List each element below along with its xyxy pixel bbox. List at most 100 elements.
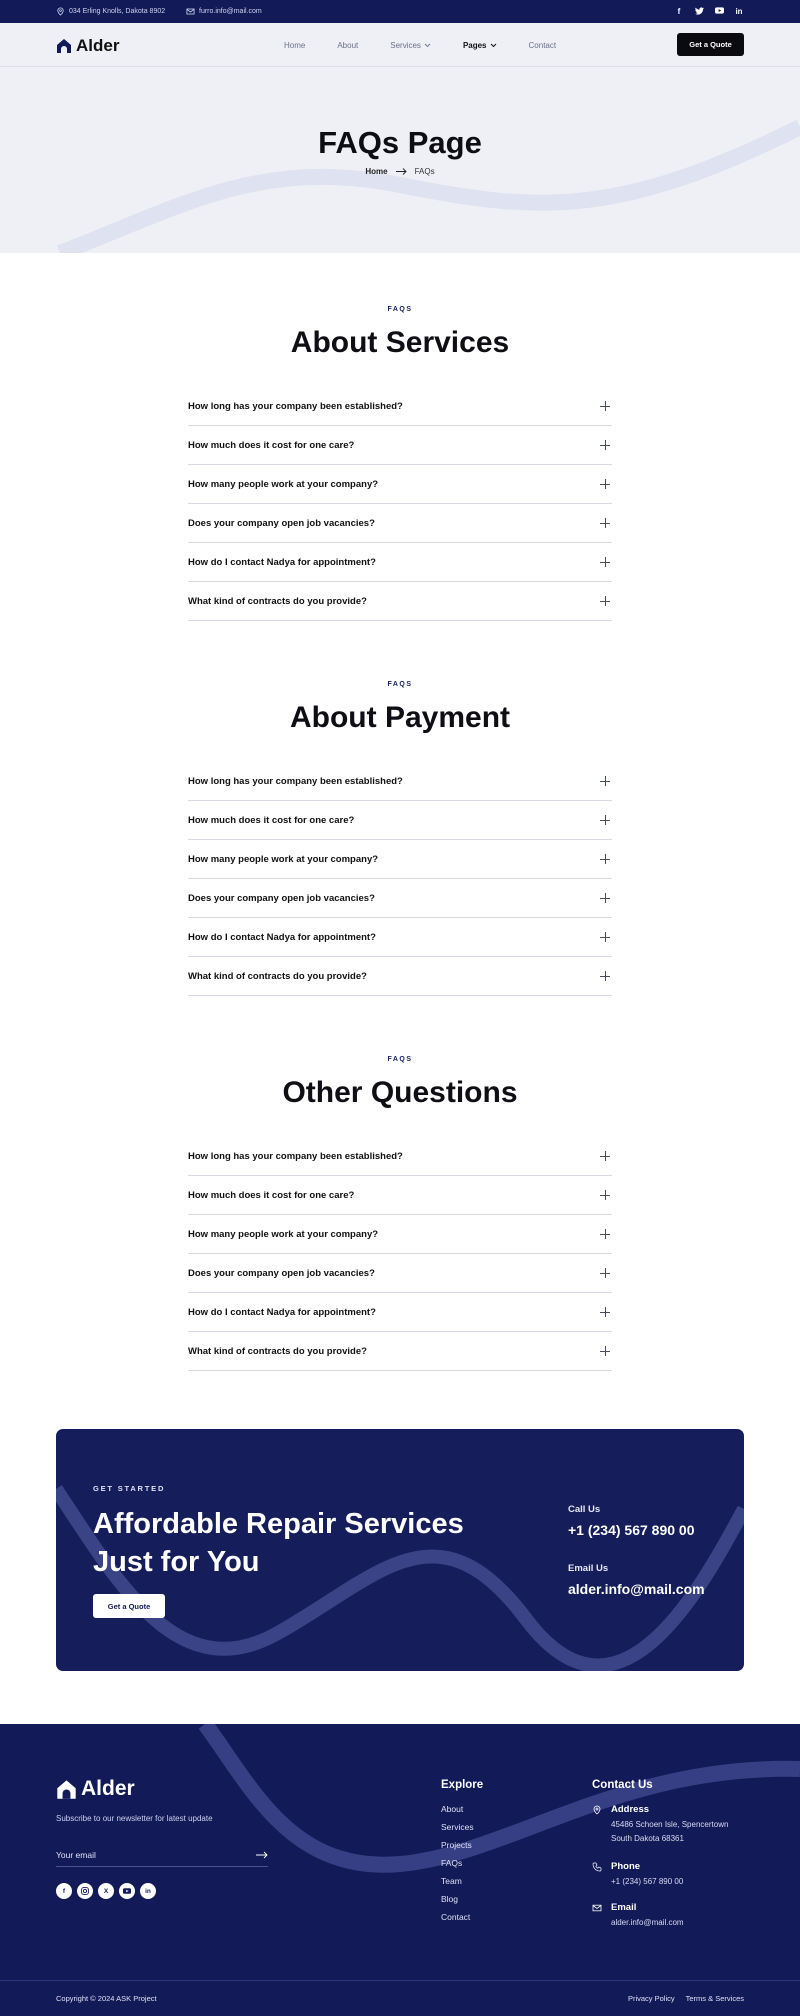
nav-item-about[interactable]: About	[337, 41, 358, 50]
section-title: About Services	[290, 326, 510, 359]
site-footer: Alder Subscribe to our newsletter for la…	[0, 1724, 800, 2016]
linkedin-icon[interactable]: in	[734, 7, 744, 16]
faq-item[interactable]: How do I contact Nadya for appointment?	[188, 543, 612, 582]
nav-item-pages[interactable]: Pages	[463, 41, 497, 50]
privacy-policy-link[interactable]: Privacy Policy	[628, 1994, 675, 2003]
plus-icon[interactable]	[600, 1307, 610, 1317]
faq-question: How much does it cost for one care?	[188, 439, 355, 451]
nav-pages-label: Pages	[462, 40, 487, 50]
plus-icon[interactable]	[600, 557, 610, 567]
faq-item[interactable]: What kind of contracts do you provide?	[188, 1332, 612, 1371]
youtube-icon[interactable]	[119, 1883, 135, 1899]
faq-question: How many people work at your company?	[188, 1228, 379, 1240]
footer-link[interactable]: Team	[441, 1876, 474, 1894]
faq-item[interactable]: How long has your company been establish…	[188, 762, 612, 801]
cta-get-quote-button[interactable]: Get a Quote	[93, 1594, 165, 1618]
faq-question: How long has your company been establish…	[188, 775, 403, 787]
address-line-2: South Dakota 68361	[611, 1834, 684, 1843]
faq-item[interactable]: Does your company open job vacancies?	[188, 879, 612, 918]
faq-item[interactable]: How many people work at your company?	[188, 840, 612, 879]
faq-item[interactable]: Does your company open job vacancies?	[188, 504, 612, 543]
twitter-icon[interactable]	[694, 6, 704, 17]
footer-link[interactable]: FAQs	[441, 1858, 474, 1876]
x-icon[interactable]: X	[98, 1883, 114, 1899]
plus-icon[interactable]	[600, 815, 610, 825]
plus-icon[interactable]	[600, 479, 610, 489]
get-quote-button[interactable]: Get a Quote	[677, 33, 744, 56]
faq-list: How long has your company been establish…	[188, 387, 612, 621]
faq-item[interactable]: What kind of contracts do you provide?	[188, 582, 612, 621]
faq-item[interactable]: What kind of contracts do you provide?	[188, 957, 612, 996]
facebook-icon[interactable]: f	[56, 1883, 72, 1899]
plus-icon[interactable]	[600, 1151, 610, 1161]
footer-socials: f X in	[56, 1883, 156, 1899]
topbar-email-text[interactable]: furro.info@mail.com	[199, 8, 262, 15]
footer-link[interactable]: Contact	[441, 1912, 474, 1930]
nav-item-services[interactable]: Services	[390, 41, 431, 50]
instagram-icon[interactable]	[77, 1883, 93, 1899]
phone-value[interactable]: +1 (234) 567 890 00	[611, 1875, 683, 1889]
newsletter-email-field[interactable]: Your email	[56, 1843, 268, 1867]
faq-item[interactable]: How long has your company been establish…	[188, 387, 612, 426]
breadcrumb-home[interactable]: Home	[365, 167, 387, 176]
faq-item[interactable]: How much does it cost for one care?	[188, 426, 612, 465]
faq-question: Does your company open job vacancies?	[188, 1267, 375, 1279]
cta-eyebrow: GET STARTED	[93, 1484, 166, 1493]
faq-question: Does your company open job vacancies?	[188, 517, 375, 529]
footer-email-label: Email	[611, 1902, 637, 1913]
youtube-icon[interactable]	[714, 7, 724, 16]
faq-item[interactable]: Does your company open job vacancies?	[188, 1254, 612, 1293]
footer-link[interactable]: Services	[441, 1822, 474, 1840]
faq-item[interactable]: How long has your company been establish…	[188, 1137, 612, 1176]
nav-item-home[interactable]: Home	[284, 41, 305, 50]
plus-icon[interactable]	[600, 1190, 610, 1200]
mail-icon	[592, 1904, 602, 1912]
faq-question: How do I contact Nadya for appointment?	[188, 556, 376, 568]
nav-about-label: About	[337, 40, 359, 50]
plus-icon[interactable]	[600, 971, 610, 981]
arrow-right-icon[interactable]	[256, 1851, 268, 1859]
house-logo-icon	[57, 39, 71, 53]
footer-link[interactable]: Blog	[441, 1894, 474, 1912]
faq-question: What kind of contracts do you provide?	[188, 970, 367, 982]
faq-item[interactable]: How much does it cost for one care?	[188, 801, 612, 840]
plus-icon[interactable]	[600, 1268, 610, 1278]
arrow-right-icon	[395, 168, 407, 175]
plus-icon[interactable]	[600, 440, 610, 450]
plus-icon[interactable]	[600, 401, 610, 411]
brand-logo[interactable]: Alder	[56, 36, 119, 56]
faq-list: How long has your company been establish…	[188, 762, 612, 996]
call-value[interactable]: +1 (234) 567 890 00	[568, 1522, 695, 1538]
footer-link[interactable]: Projects	[441, 1840, 474, 1858]
plus-icon[interactable]	[600, 1346, 610, 1356]
terms-link[interactable]: Terms & Services	[686, 1994, 744, 2003]
footer-email-value[interactable]: alder.info@mail.com	[611, 1916, 684, 1930]
plus-icon[interactable]	[600, 893, 610, 903]
linkedin-icon[interactable]: in	[140, 1883, 156, 1899]
plus-icon[interactable]	[600, 776, 610, 786]
footer-phone: Phone +1 (234) 567 890 00	[592, 1861, 683, 1889]
footer-brand-logo[interactable]: Alder	[56, 1777, 135, 1801]
breadcrumb-current: FAQs	[414, 167, 435, 176]
faq-question: How many people work at your company?	[188, 853, 379, 865]
facebook-icon[interactable]: f	[674, 7, 684, 16]
faq-question: Does your company open job vacancies?	[188, 892, 375, 904]
plus-icon[interactable]	[600, 1229, 610, 1239]
chevron-down-icon	[424, 43, 431, 47]
footer-link[interactable]: About	[441, 1804, 474, 1822]
topbar-email[interactable]: furro.info@mail.com	[186, 0, 262, 23]
nav-services-label: Services	[390, 40, 421, 50]
nav-item-contact[interactable]: Contact	[529, 41, 557, 50]
faq-item[interactable]: How many people work at your company?	[188, 465, 612, 504]
email-value[interactable]: alder.info@mail.com	[568, 1581, 705, 1597]
plus-icon[interactable]	[600, 596, 610, 606]
faq-item[interactable]: How do I contact Nadya for appointment?	[188, 1293, 612, 1332]
breadcrumb: Home FAQs	[0, 167, 800, 176]
plus-icon[interactable]	[600, 854, 610, 864]
faq-item[interactable]: How many people work at your company?	[188, 1215, 612, 1254]
faq-item[interactable]: How much does it cost for one care?	[188, 1176, 612, 1215]
main-nav: Alder Home About Services Pages Contact …	[0, 23, 800, 67]
plus-icon[interactable]	[600, 932, 610, 942]
plus-icon[interactable]	[600, 518, 610, 528]
faq-item[interactable]: How do I contact Nadya for appointment?	[188, 918, 612, 957]
